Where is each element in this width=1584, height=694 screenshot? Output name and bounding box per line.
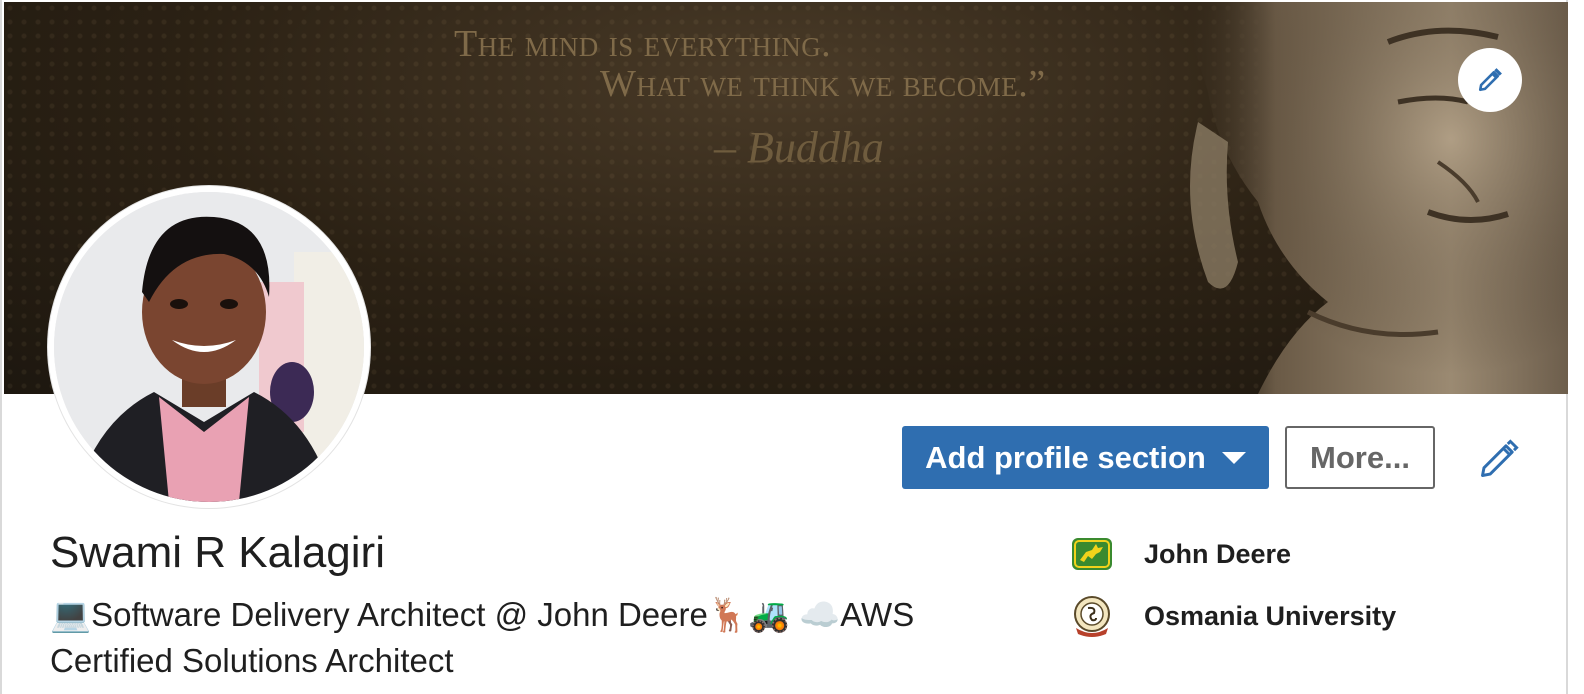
more-label: More... (1310, 439, 1410, 475)
add-profile-section-button[interactable]: Add profile section (902, 426, 1269, 489)
profile-headline: 💻Software Delivery Architect @ John Deer… (50, 592, 1010, 684)
school-name: Osmania University (1144, 600, 1397, 631)
add-profile-section-label: Add profile section (925, 439, 1206, 475)
education-school[interactable]: Osmania University (1070, 594, 1396, 638)
quote-author: – Buddha (714, 123, 884, 172)
banner-quote: The mind is everything. What we think we… (454, 24, 1046, 104)
current-company[interactable]: John Deere (1070, 532, 1291, 576)
pencil-icon (1481, 439, 1519, 477)
john-deere-logo-icon (1072, 538, 1112, 570)
quote-line-2: What we think we become.” (600, 63, 1046, 105)
more-button[interactable]: More... (1285, 426, 1435, 489)
osmania-university-logo-icon (1074, 596, 1110, 637)
profile-card: The mind is everything. What we think we… (0, 0, 1568, 694)
profile-name: Swami R Kalagiri (50, 528, 385, 577)
edit-intro-button[interactable] (1472, 432, 1526, 486)
headline-line-2: Certified Solutions Architect (50, 642, 454, 679)
quote-line-1: The mind is everything. (454, 23, 832, 65)
caret-down-icon (1221, 451, 1246, 464)
edit-banner-button[interactable] (1458, 48, 1522, 112)
headline-line-1: 💻Software Delivery Architect @ John Deer… (50, 596, 915, 633)
company-name: John Deere (1144, 538, 1292, 569)
profile-photo (54, 192, 364, 502)
pencil-icon (1478, 68, 1502, 92)
avatar[interactable] (54, 192, 364, 502)
